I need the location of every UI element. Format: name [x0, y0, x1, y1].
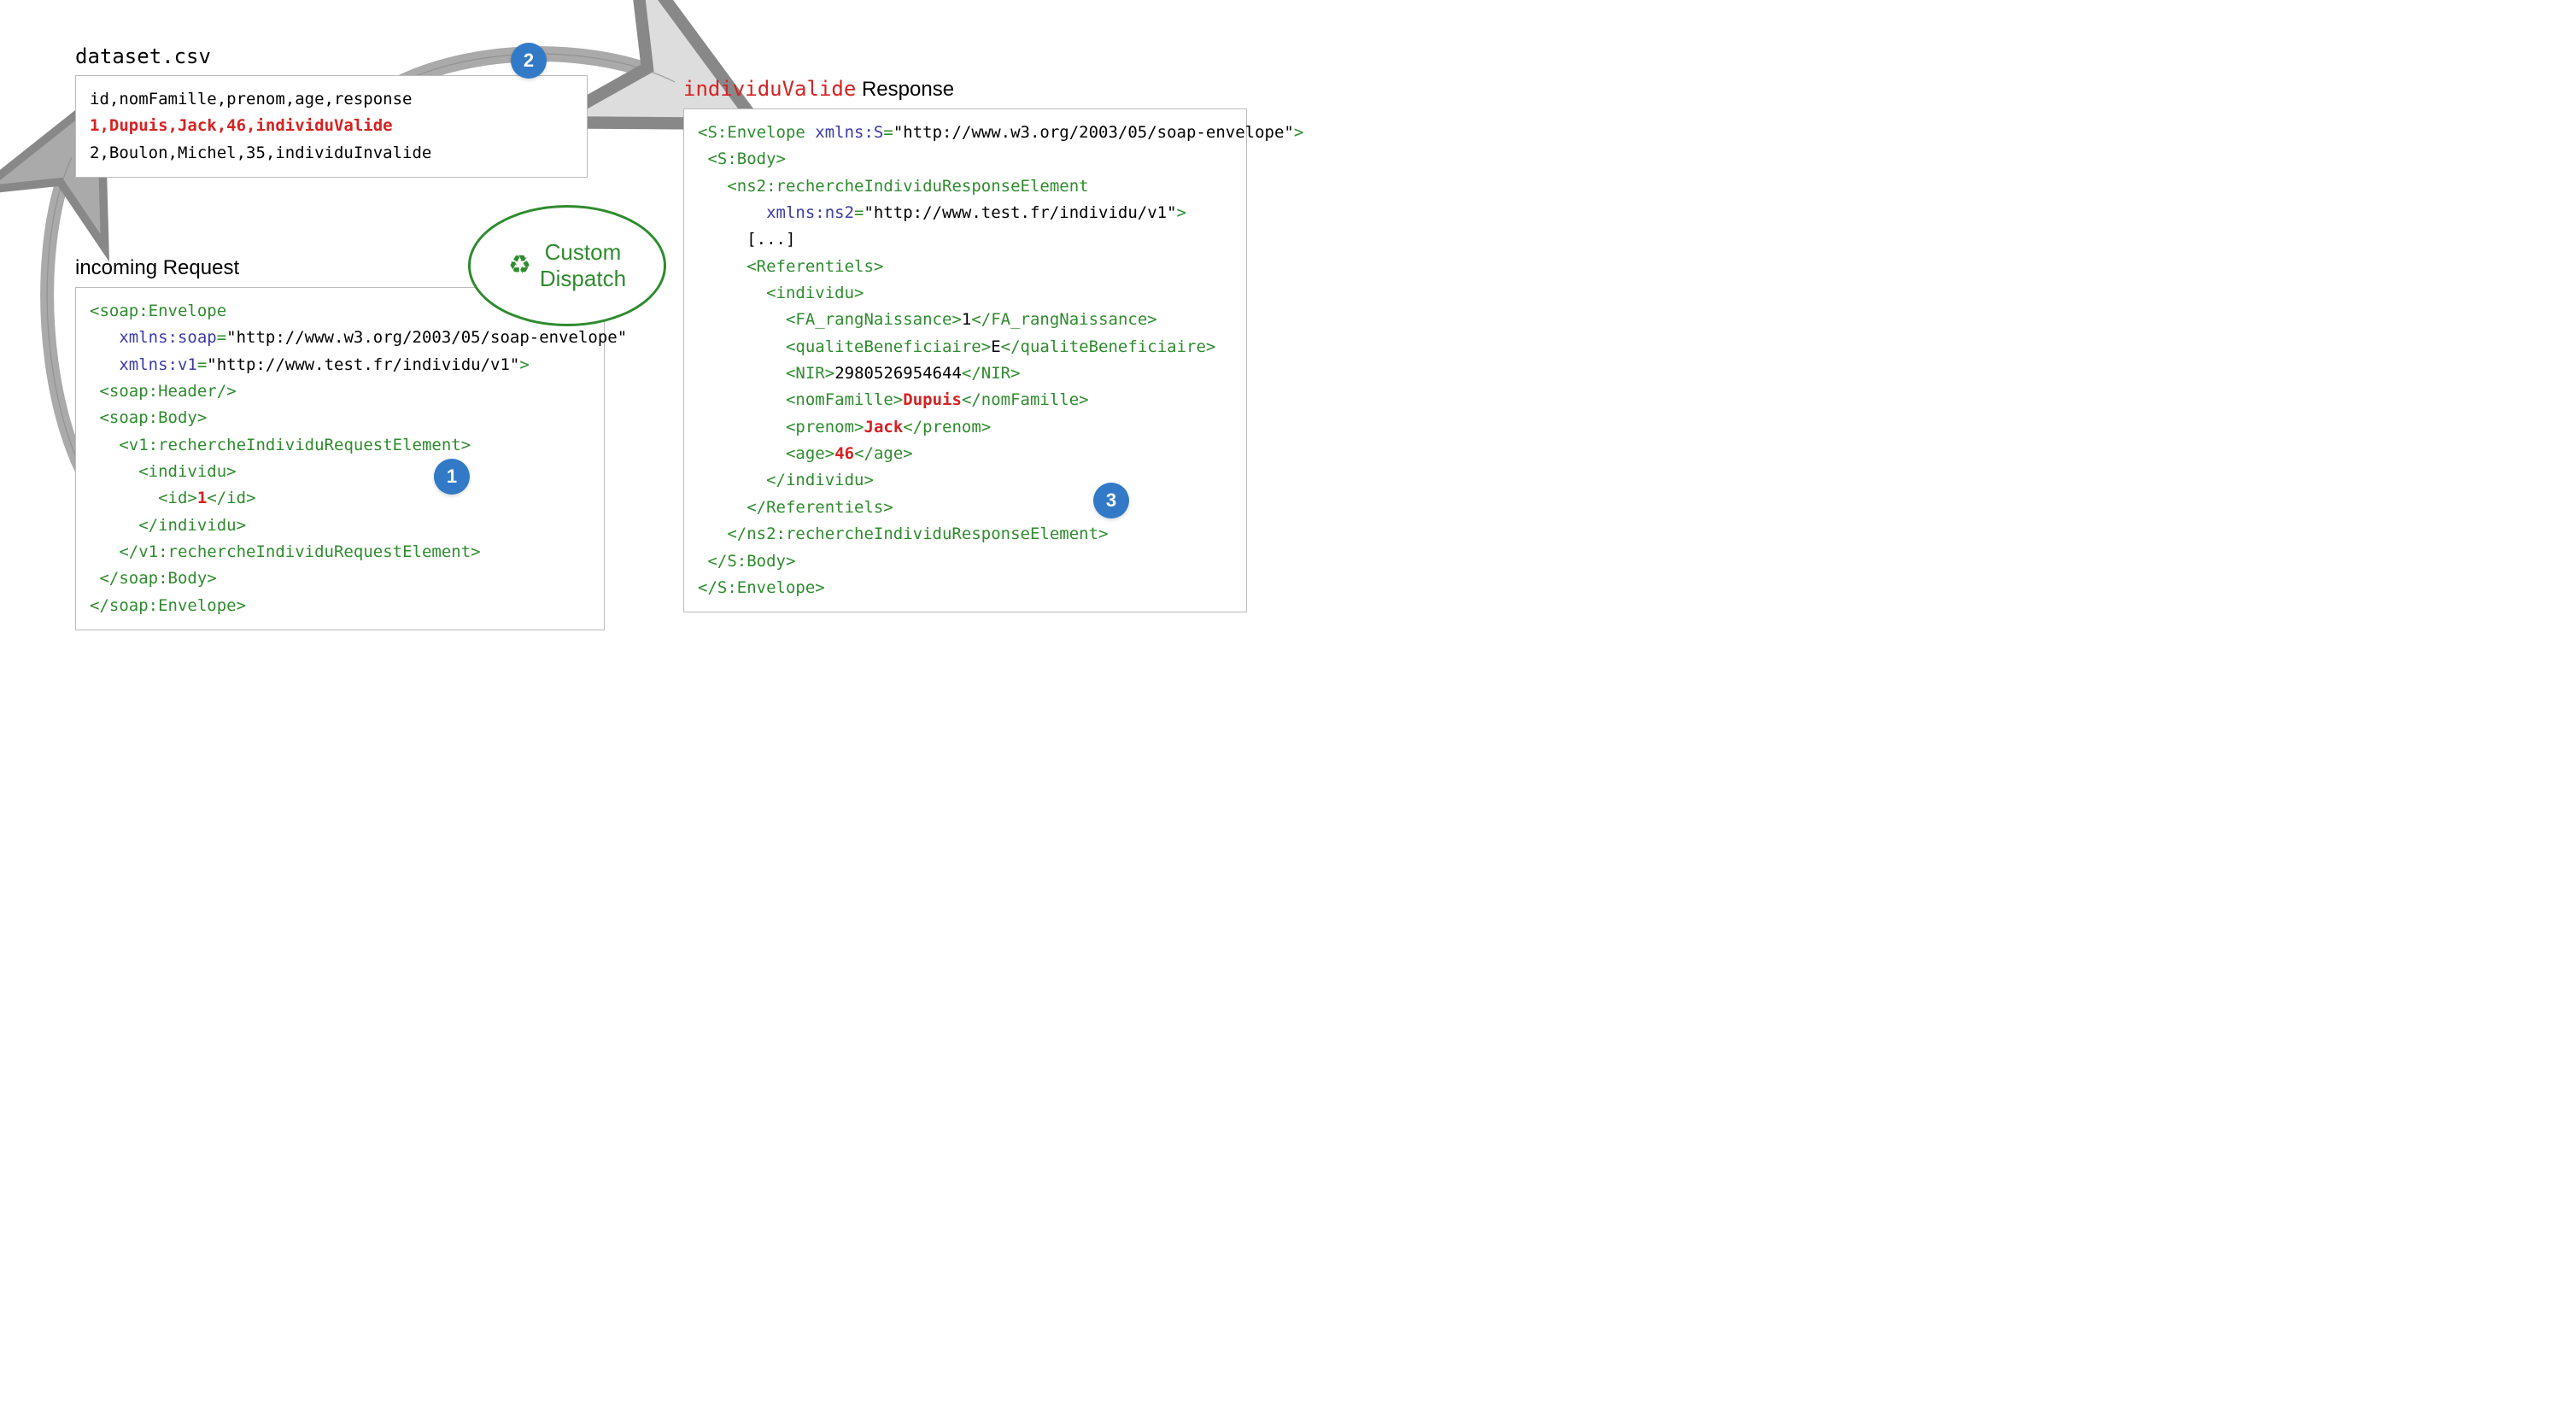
resp-rang-val: 1 — [962, 310, 971, 329]
dataset-box: id,nomFamille,prenom,age,response 1,Dupu… — [75, 75, 588, 178]
resp-xmlns-ns2-attr: xmlns:ns2 — [766, 203, 854, 222]
recycle-icon: ♻ — [508, 253, 531, 278]
step-badge-3: 3 — [1093, 483, 1129, 518]
req-individu-close: individu — [158, 516, 237, 535]
request-box: <soap:Envelope xmlns:soap="http://www.w3… — [75, 287, 605, 630]
req-xmlns-soap-val: "http://www.w3.org/2003/05/soap-envelope… — [226, 328, 627, 347]
resp-nir-open: NIR — [795, 364, 824, 383]
req-envelope-close: soap:Envelope — [109, 596, 237, 615]
resp-xmlns-s-attr: xmlns:S — [815, 123, 883, 142]
req-element-open: v1:rechercheIndividuRequestElement — [129, 436, 461, 454]
step-badge-2: 2 — [511, 43, 547, 79]
response-title-suffix: Response — [856, 78, 954, 101]
dataset-header-row: id,nomFamille,prenom,age,response — [90, 90, 413, 108]
dataset-row-2: 2,Boulon,Michel,35,individuInvalide — [90, 144, 431, 162]
resp-rang-open: FA_rangNaissance — [795, 310, 951, 329]
response-title-name: individuValide — [683, 77, 856, 101]
response-block: individuValide Response <S:Envelope xmln… — [683, 77, 1247, 612]
req-xmlns-v1-val: "http://www.test.fr/individu/v1" — [207, 355, 519, 374]
resp-referentiels-close: Referentiels — [766, 498, 883, 517]
resp-nom-val: Dupuis — [903, 390, 962, 409]
resp-nir-close: NIR — [981, 364, 1010, 383]
resp-qualite-val: E — [991, 337, 1000, 356]
resp-body-open: S:Body — [717, 149, 776, 168]
resp-prenom-open: prenom — [795, 418, 854, 436]
req-header: soap:Header — [109, 382, 217, 401]
req-envelope-open: soap:Envelope — [99, 302, 226, 320]
resp-individu-close: individu — [786, 471, 864, 489]
resp-xmlns-ns2-val: "http://www.test.fr/individu/v1" — [864, 203, 1176, 222]
req-xmlns-soap-attr: xmlns:soap — [119, 328, 216, 347]
resp-individu-open: individu — [776, 284, 855, 302]
resp-age-val: 46 — [834, 444, 854, 463]
req-id-open: id — [168, 489, 188, 507]
response-title: individuValide Response — [683, 77, 1247, 102]
resp-envelope-open: S:Envelope — [707, 123, 805, 142]
resp-xmlns-s-val: "http://www.w3.org/2003/05/soap-envelope… — [893, 123, 1294, 142]
dataset-row-1: 1,Dupuis,Jack,46,individuValide — [90, 116, 393, 135]
response-box: <S:Envelope xmlns:S="http://www.w3.org/2… — [683, 108, 1247, 612]
resp-age-close: age — [874, 444, 903, 463]
resp-element-close: ns2:rechercheIndividuResponseElement — [746, 524, 1098, 543]
resp-prenom-val: Jack — [864, 418, 904, 436]
req-element-close: v1:rechercheIndividuRequestElement — [138, 542, 471, 561]
req-body-close: soap:Body — [119, 569, 207, 588]
resp-ellipsis: [...] — [746, 230, 795, 249]
req-body-open: soap:Body — [109, 408, 197, 427]
resp-body-close: S:Body — [727, 552, 786, 571]
resp-nom-open: nomFamille — [795, 390, 893, 409]
req-id-close: id — [226, 489, 246, 507]
req-individu-open: individu — [149, 462, 227, 481]
resp-age-open: age — [795, 444, 824, 463]
resp-nom-close: nomFamille — [981, 390, 1079, 409]
req-id-value: 1 — [197, 489, 207, 507]
resp-nir-val: 2980526954644 — [834, 364, 962, 383]
resp-qualite-open: qualiteBeneficiaire — [795, 337, 981, 356]
resp-envelope-close: S:Envelope — [717, 578, 815, 597]
step-badge-1: 1 — [434, 459, 470, 495]
resp-element-open: ns2:rechercheIndividuResponseElement — [737, 177, 1089, 196]
resp-qualite-close: qualiteBeneficiaire — [1021, 337, 1206, 356]
custom-dispatch-oval: ♻ Custom Dispatch — [468, 205, 666, 326]
resp-referentiels-open: Referentiels — [757, 257, 874, 276]
dispatch-label: Custom Dispatch — [540, 239, 626, 292]
diagram-canvas: dataset.csv id,nomFamille,prenom,age,res… — [34, 34, 1315, 726]
resp-rang-close: FA_rangNaissance — [991, 310, 1147, 329]
req-xmlns-v1-attr: xmlns:v1 — [119, 355, 197, 374]
resp-prenom-close: prenom — [922, 418, 981, 436]
